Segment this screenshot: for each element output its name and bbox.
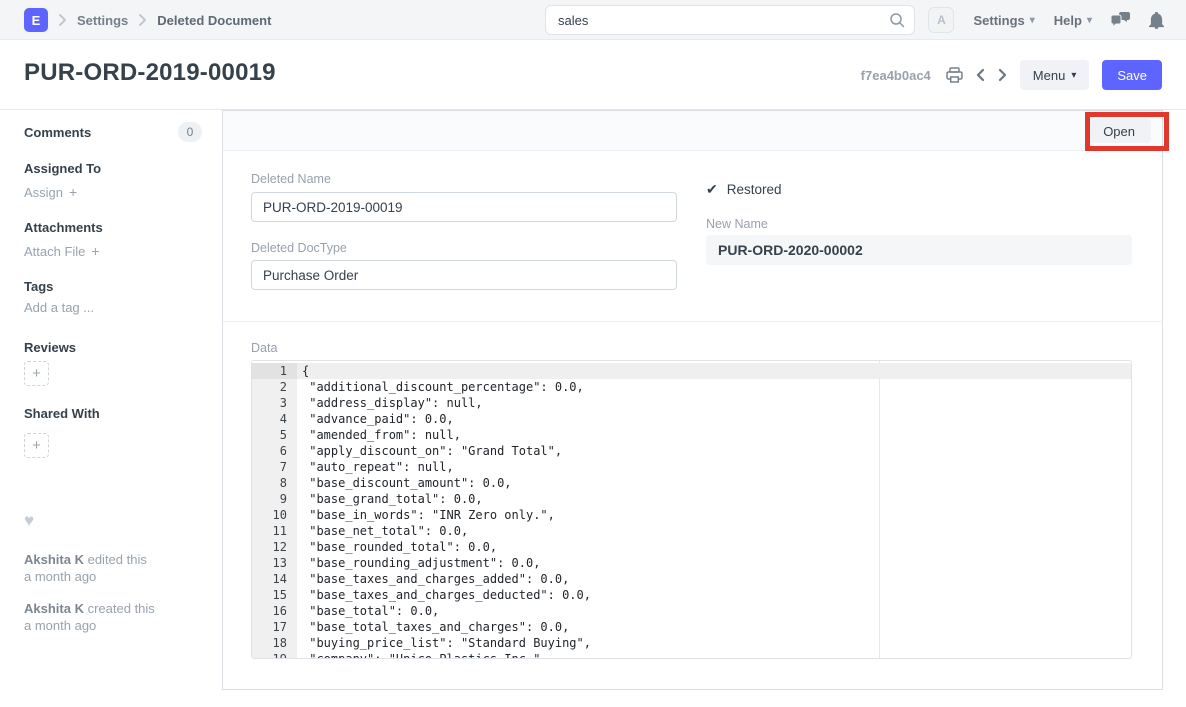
menu-button[interactable]: Menu ▾ — [1020, 60, 1090, 90]
editor-line: 14 "base_taxes_and_charges_added": 0.0, — [252, 571, 1131, 587]
chat-icon[interactable] — [1111, 12, 1130, 28]
assign-label: Assign — [24, 185, 63, 200]
json-code-editor[interactable]: 1{ 2 "additional_discount_percentage": 0… — [251, 360, 1132, 659]
data-label: Data — [251, 341, 277, 355]
annotation-highlight-box — [1085, 112, 1169, 151]
sidebar-tags: Tags — [24, 279, 53, 294]
next-doc-icon[interactable] — [998, 68, 1007, 82]
editor-line: 12 "base_rounded_total": 0.0, — [252, 539, 1131, 555]
activity-entry: Akshita K edited this a month ago — [24, 551, 194, 585]
deleted-name-input[interactable] — [251, 192, 677, 222]
global-search — [545, 5, 915, 35]
chevron-down-icon: ▾ — [1030, 15, 1035, 26]
page-actions: f7ea4b0ac4 Menu ▾ Save — [861, 40, 1162, 110]
check-icon: ✔ — [706, 181, 718, 198]
editor-line: 3 "address_display": null, — [252, 395, 1131, 411]
editor-content: 1{ 2 "additional_discount_percentage": 0… — [252, 363, 1131, 659]
editor-line: 19 "company": "Unico Plastics Inc.", — [252, 651, 1131, 659]
deleted-doctype-label: Deleted DocType — [251, 241, 347, 255]
chevron-right-icon — [138, 13, 147, 27]
restored-checkbox[interactable]: ✔ Restored — [706, 181, 782, 198]
breadcrumb: E Settings Deleted Document — [24, 0, 271, 40]
attach-file-button[interactable]: Attach File + — [24, 243, 100, 259]
plus-icon: + — [69, 184, 77, 200]
editor-line: 8 "base_discount_amount": 0.0, — [252, 475, 1131, 491]
page: E Settings Deleted Document A Settings ▾ — [0, 0, 1186, 707]
sidebar-assigned-to: Assigned To — [24, 161, 101, 176]
save-button[interactable]: Save — [1102, 60, 1162, 90]
print-icon[interactable] — [946, 67, 963, 83]
activity-user: Akshita K — [24, 601, 84, 616]
help-dropdown[interactable]: Help ▾ — [1054, 13, 1092, 28]
editor-line: 18 "buying_price_list": "Standard Buying… — [252, 635, 1131, 651]
activity-when: a month ago — [24, 617, 194, 634]
attach-file-label: Attach File — [24, 244, 85, 259]
prev-doc-icon[interactable] — [976, 68, 985, 82]
editor-line: 1{ — [252, 363, 1131, 379]
editor-line: 5 "amended_from": null, — [252, 427, 1131, 443]
like-heart-icon[interactable]: ♥ — [24, 511, 34, 531]
app-logo[interactable]: E — [24, 8, 48, 32]
chevron-down-icon: ▾ — [1071, 70, 1076, 81]
editor-line: 9 "base_grand_total": 0.0, — [252, 491, 1131, 507]
breadcrumb-deleted-document[interactable]: Deleted Document — [157, 13, 271, 28]
add-tag-input[interactable]: Add a tag ... — [24, 300, 94, 315]
form-card: Open Deleted Name Deleted DocType ✔ Rest… — [222, 110, 1163, 690]
page-head: PUR-ORD-2019-00019 f7ea4b0ac4 Menu ▾ Sav… — [0, 40, 1186, 110]
breadcrumb-settings[interactable]: Settings — [77, 13, 128, 28]
editor-line: 7 "auto_repeat": null, — [252, 459, 1131, 475]
editor-line: 10 "base_in_words": "INR Zero only.", — [252, 507, 1131, 523]
editor-line: 13 "base_rounding_adjustment": 0.0, — [252, 555, 1131, 571]
chevron-right-icon — [58, 13, 67, 27]
new-name-value: PUR-ORD-2020-00002 — [706, 235, 1132, 265]
editor-line: 2 "additional_discount_percentage": 0.0, — [252, 379, 1131, 395]
settings-dropdown-label: Settings — [973, 13, 1024, 28]
section-divider — [223, 321, 1162, 322]
avatar[interactable]: A — [928, 7, 954, 33]
chevron-down-icon: ▾ — [1087, 15, 1092, 26]
sidebar-shared-with: Shared With — [24, 406, 100, 421]
sidebar-reviews: Reviews — [24, 340, 76, 355]
settings-dropdown[interactable]: Settings ▾ — [973, 13, 1034, 28]
editor-line: 11 "base_net_total": 0.0, — [252, 523, 1131, 539]
editor-line: 6 "apply_discount_on": "Grand Total", — [252, 443, 1131, 459]
activity-action: created this — [88, 601, 155, 616]
add-share-button[interactable]: + — [24, 433, 49, 458]
bell-icon[interactable] — [1149, 12, 1164, 29]
sidebar-attachments: Attachments — [24, 220, 103, 235]
deleted-name-label: Deleted Name — [251, 172, 331, 186]
add-review-button[interactable]: + — [24, 361, 49, 386]
form-toolbar: Open — [223, 111, 1162, 151]
editor-line: 15 "base_taxes_and_charges_deducted": 0.… — [252, 587, 1131, 603]
editor-line: 4 "advance_paid": 0.0, — [252, 411, 1131, 427]
comments-count-badge: 0 — [178, 122, 202, 142]
assign-button[interactable]: Assign + — [24, 184, 77, 200]
activity-when: a month ago — [24, 568, 194, 585]
sidebar-comments[interactable]: Comments — [24, 125, 91, 140]
doc-hash: f7ea4b0ac4 — [861, 68, 931, 83]
search-icon[interactable] — [889, 12, 905, 33]
editor-line: 17 "base_total_taxes_and_charges": 0.0, — [252, 619, 1131, 635]
new-name-label: New Name — [706, 217, 768, 231]
navbar-actions: A Settings ▾ Help ▾ — [928, 0, 1164, 40]
search-input[interactable] — [545, 5, 915, 35]
page-title: PUR-ORD-2019-00019 — [24, 59, 276, 87]
menu-button-label: Menu — [1033, 68, 1066, 83]
editor-line: 16 "base_total": 0.0, — [252, 603, 1131, 619]
activity-entry: Akshita K created this a month ago — [24, 600, 194, 634]
deleted-doctype-input[interactable] — [251, 260, 677, 290]
help-dropdown-label: Help — [1054, 13, 1082, 28]
restored-label: Restored — [727, 182, 782, 197]
activity-user: Akshita K — [24, 552, 84, 567]
plus-icon: + — [91, 243, 99, 259]
activity-action: edited this — [88, 552, 147, 567]
form-sidebar: Comments 0 Assigned To Assign + Attachme… — [0, 111, 222, 707]
navbar: E Settings Deleted Document A Settings ▾ — [0, 0, 1186, 40]
